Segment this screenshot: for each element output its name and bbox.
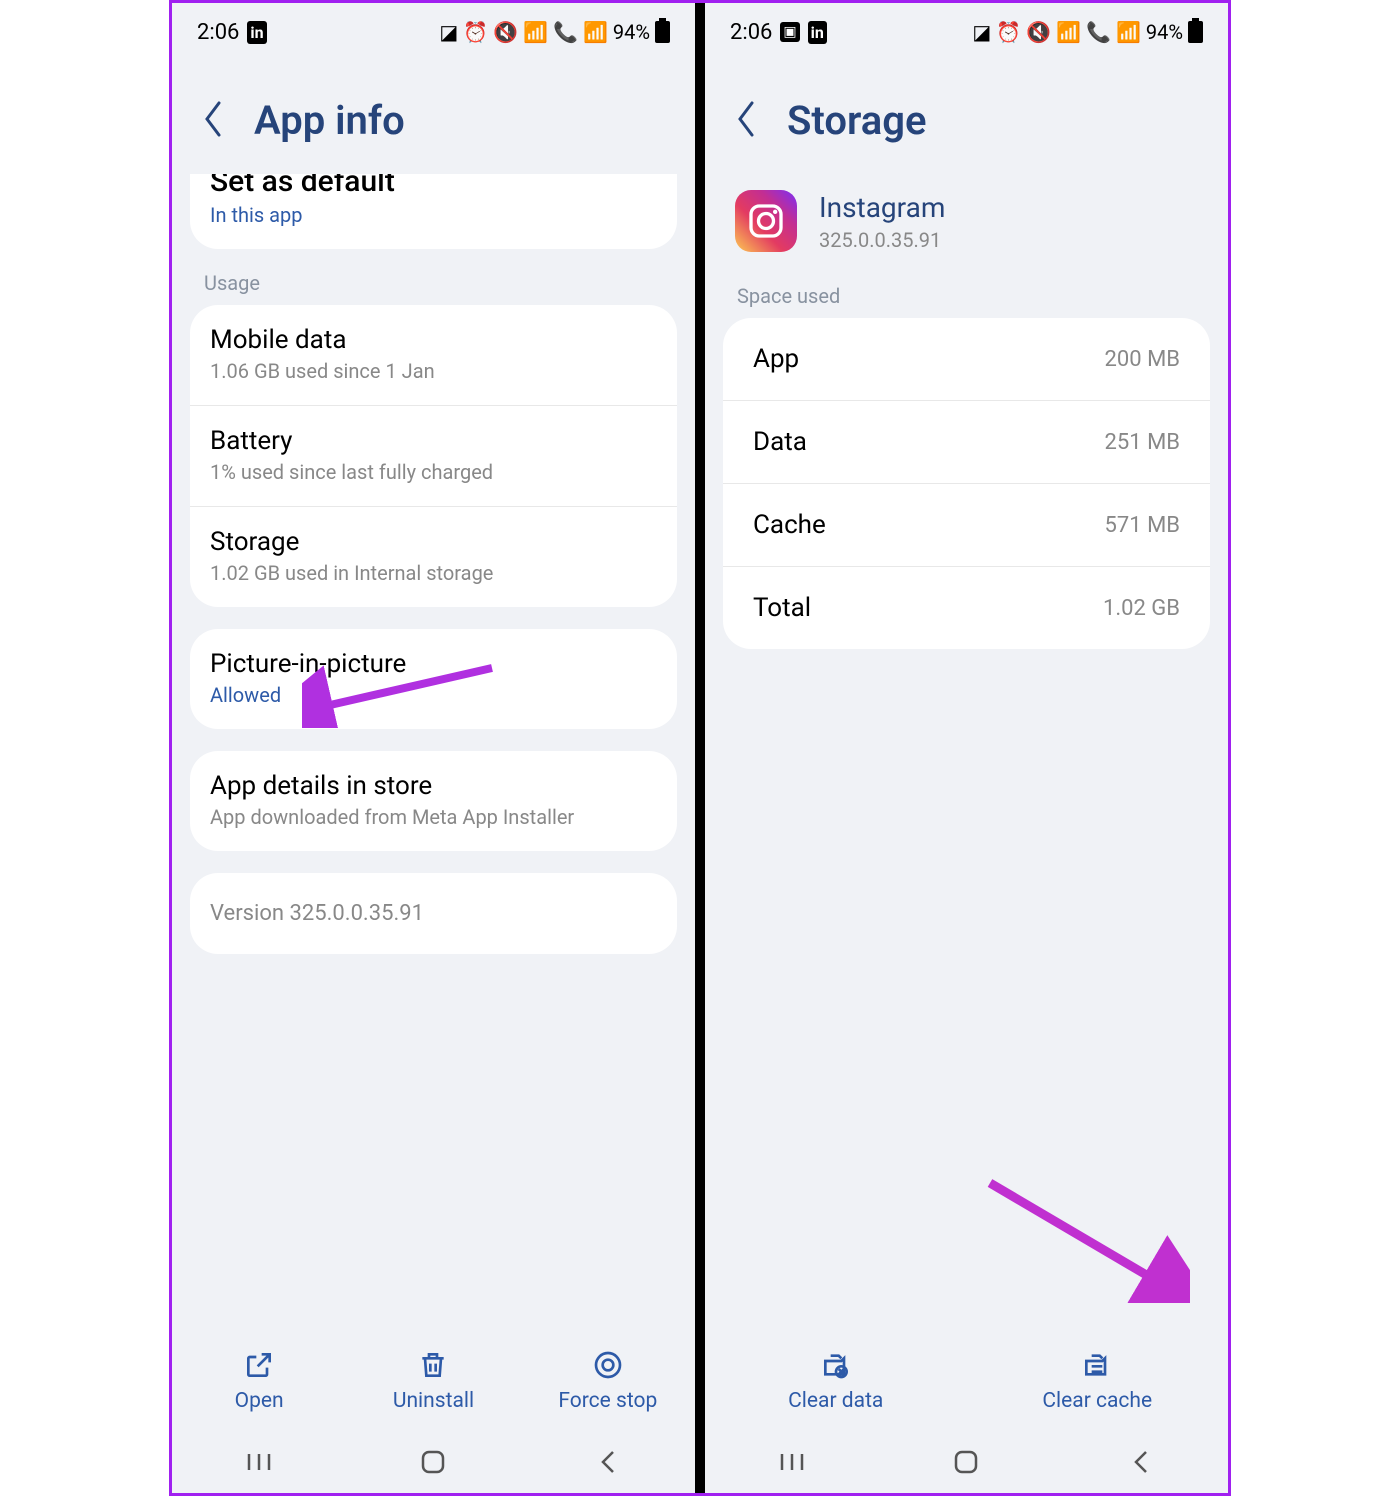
gallery-icon: ▣ (780, 22, 799, 42)
clock: 2:06 (730, 20, 772, 45)
force-stop-button[interactable]: Force stop (528, 1349, 688, 1413)
home-button[interactable] (951, 1447, 981, 1477)
back-button[interactable] (200, 99, 226, 143)
version-card: Version 325.0.0.35.91 (190, 873, 677, 954)
pip-card[interactable]: Picture-in-picture Allowed (190, 629, 677, 729)
cache-size-row: Cache 571 MB (723, 484, 1210, 567)
mute-icon: 🔇 (1026, 20, 1051, 44)
recents-button[interactable] (777, 1447, 807, 1477)
usage-label: Usage (172, 271, 695, 305)
wifi-icon: 📶 (523, 20, 548, 44)
phone-left: 2:06 in ◪ ⏰ 🔇 📶 📞 📶 94% App info Set (172, 3, 695, 1493)
header: App info (172, 57, 695, 174)
action-bar: Open Uninstall Force stop (172, 1337, 695, 1431)
uninstall-button[interactable]: Uninstall (353, 1349, 513, 1413)
app-header: Instagram 325.0.0.35.91 (705, 174, 1228, 284)
signal-icon: 📶 (583, 20, 608, 44)
alarm-icon: ⏰ (996, 20, 1021, 44)
wifi-icon: 📶 (1056, 20, 1081, 44)
home-button[interactable] (418, 1447, 448, 1477)
alarm-icon: ⏰ (463, 20, 488, 44)
open-button[interactable]: Open (179, 1349, 339, 1413)
storage-row[interactable]: Storage 1.02 GB used in Internal storage (190, 507, 677, 607)
defaults-title: Set as default (210, 174, 657, 199)
phone-right: 2:06 ▣ in ◪ ⏰ 🔇 📶 📞 📶 94% Storage (705, 3, 1228, 1493)
defaults-card[interactable]: Set as default In this app (190, 174, 677, 249)
mobile-data-row[interactable]: Mobile data 1.06 GB used since 1 Jan (190, 305, 677, 406)
clear-data-button[interactable]: Clear data (711, 1349, 961, 1413)
page-title: Storage (787, 97, 926, 144)
space-used-label: Space used (705, 284, 1228, 318)
defaults-sub: In this app (210, 203, 657, 227)
nav-bar (705, 1431, 1228, 1493)
status-bar: 2:06 ▣ in ◪ ⏰ 🔇 📶 📞 📶 94% (705, 3, 1228, 57)
app-version: 325.0.0.35.91 (819, 228, 945, 252)
battery-saver-icon: ◪ (972, 20, 991, 44)
linkedin-icon: in (247, 21, 266, 44)
usage-card: Mobile data 1.06 GB used since 1 Jan Bat… (190, 305, 677, 607)
header: Storage (705, 57, 1228, 174)
battery-percent: 94% (1146, 20, 1183, 44)
back-button[interactable] (733, 99, 759, 143)
data-size-row: Data 251 MB (723, 401, 1210, 484)
mute-icon: 🔇 (493, 20, 518, 44)
clock: 2:06 (197, 20, 239, 45)
clear-cache-button[interactable]: Clear cache (972, 1349, 1222, 1413)
app-size-row: App 200 MB (723, 318, 1210, 401)
battery-saver-icon: ◪ (439, 20, 458, 44)
linkedin-icon: in (808, 21, 827, 44)
battery-icon (1188, 21, 1203, 43)
status-bar: 2:06 in ◪ ⏰ 🔇 📶 📞 📶 94% (172, 3, 695, 57)
space-card: App 200 MB Data 251 MB Cache 571 MB Tota… (723, 318, 1210, 649)
store-card[interactable]: App details in store App downloaded from… (190, 751, 677, 851)
recents-button[interactable] (244, 1447, 274, 1477)
version-text: Version 325.0.0.35.91 (210, 901, 657, 926)
battery-row[interactable]: Battery 1% used since last fully charged (190, 406, 677, 507)
instagram-icon (735, 190, 797, 252)
app-name: Instagram (819, 191, 945, 224)
nav-bar (172, 1431, 695, 1493)
signal-icon: 📶 (1116, 20, 1141, 44)
back-nav-button[interactable] (593, 1447, 623, 1477)
annotation-arrow (980, 1173, 1190, 1307)
page-title: App info (254, 97, 405, 144)
battery-percent: 94% (613, 20, 650, 44)
total-size-row: Total 1.02 GB (723, 567, 1210, 649)
battery-icon (655, 21, 670, 43)
volte-icon: 📞 (1086, 20, 1111, 44)
action-bar: Clear data Clear cache (705, 1337, 1228, 1431)
volte-icon: 📞 (553, 20, 578, 44)
back-nav-button[interactable] (1126, 1447, 1156, 1477)
